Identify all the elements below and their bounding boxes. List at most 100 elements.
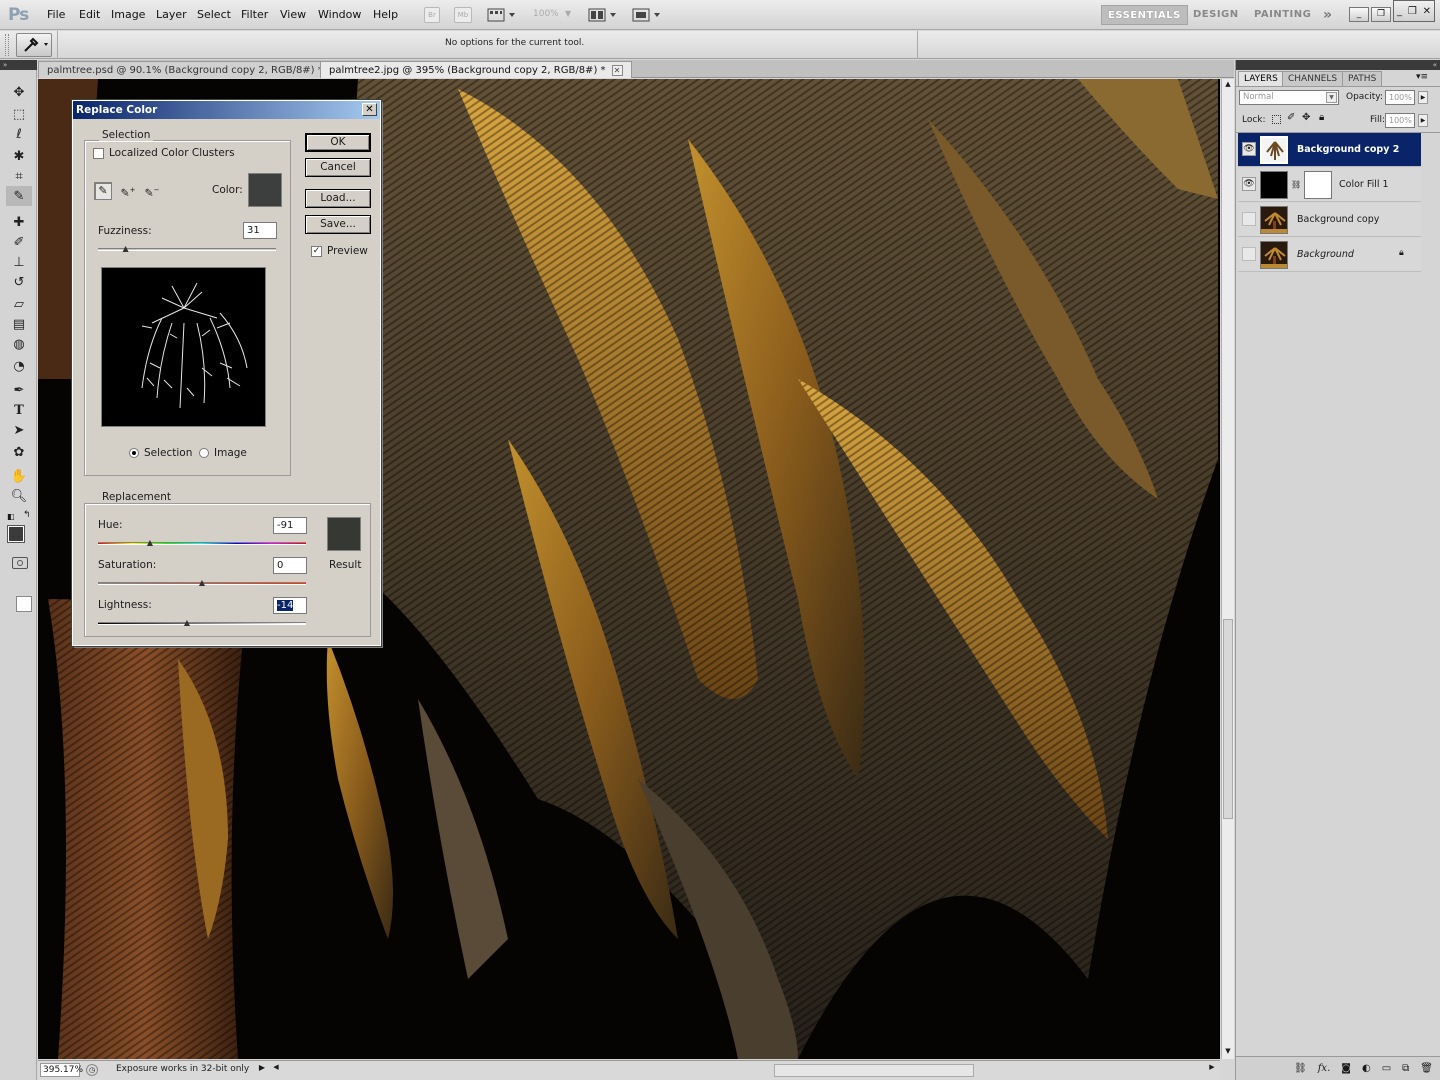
panel-menu-icon[interactable]: ▾≡ [1416, 72, 1428, 82]
tab-layers[interactable]: LAYERS [1238, 71, 1284, 86]
menu-filter[interactable]: Filter [241, 8, 268, 21]
saturation-slider-thumb[interactable]: ▲ [198, 579, 206, 587]
visibility-toggle[interactable] [1242, 212, 1256, 226]
scroll-right-icon[interactable]: ▶ [1206, 1063, 1218, 1077]
menu-help[interactable]: Help [373, 8, 398, 21]
fuzziness-slider-thumb[interactable]: ▲ [122, 245, 130, 253]
quick-selection-tool-icon[interactable]: ✱ [6, 146, 32, 166]
scroll-up-icon[interactable]: ▲ [1223, 80, 1233, 90]
shape-tool-icon[interactable]: ✿ [6, 442, 32, 462]
ok-button[interactable]: OK [305, 133, 371, 152]
tab-palmtree2-jpg[interactable]: palmtree2.jpg @ 395% (Background copy 2,… [320, 61, 632, 78]
hue-slider-thumb[interactable]: ▲ [146, 539, 154, 547]
tab-channels[interactable]: CHANNELS [1282, 71, 1344, 86]
options-grip[interactable] [5, 34, 9, 56]
add-mask-icon[interactable]: ◙ [1341, 1063, 1351, 1074]
menu-window[interactable]: Window [318, 8, 361, 21]
scroll-left-icon[interactable]: ◀ [270, 1063, 282, 1077]
opacity-arrow-icon[interactable]: ▶ [1418, 91, 1428, 104]
view-extras-button[interactable] [487, 8, 517, 22]
new-group-icon[interactable]: ▭ [1382, 1063, 1391, 1074]
arrange-documents-button[interactable] [588, 8, 618, 22]
background-color-swatch[interactable] [16, 596, 32, 612]
pen-tool-icon[interactable]: ✒ [6, 380, 32, 400]
lightness-slider[interactable] [98, 622, 306, 625]
fuzziness-field[interactable]: 31 [243, 222, 277, 239]
eraser-tool-icon[interactable]: ▱ [6, 294, 32, 314]
selected-color-swatch[interactable] [248, 173, 282, 207]
lock-all-icon[interactable]: 🔒︎ [1319, 112, 1324, 123]
tab-paths[interactable]: PATHS [1342, 71, 1383, 86]
workspace-more-icon[interactable]: » [1323, 5, 1333, 25]
lock-pixels-icon[interactable]: ✐ [1287, 112, 1295, 123]
preview-checkbox[interactable]: ✓ [311, 246, 322, 257]
new-layer-icon[interactable]: ⧉ [1402, 1063, 1409, 1074]
fill-arrow-icon[interactable]: ▶ [1418, 114, 1428, 127]
cancel-button[interactable]: Cancel [305, 158, 371, 177]
blend-mode-select[interactable]: Normal ▼ [1239, 90, 1339, 105]
default-colors-icon[interactable]: ◧ [7, 512, 15, 521]
adjustment-layer-icon[interactable]: ◐ [1362, 1063, 1371, 1074]
close-icon[interactable]: ✕ [362, 103, 377, 116]
status-info-icon[interactable]: ◷ [86, 1064, 98, 1076]
screen-mode-button[interactable] [632, 8, 662, 22]
delete-layer-icon[interactable]: 🗑︎ [1420, 1063, 1433, 1074]
result-color-swatch[interactable] [327, 517, 361, 551]
panel-collapse-icon[interactable]: « [1236, 60, 1440, 70]
lasso-tool-icon[interactable]: ℓ [6, 124, 32, 144]
tool-preset-picker[interactable] [16, 33, 52, 57]
dodge-tool-icon[interactable]: ◔ [6, 356, 32, 376]
hand-tool-icon[interactable]: ✋ [6, 466, 32, 486]
save-button[interactable]: Save... [305, 215, 371, 234]
zoom-level-menu[interactable]: 100% [533, 9, 559, 19]
menu-edit[interactable]: Edit [79, 8, 100, 21]
saturation-field[interactable]: 0 [273, 557, 307, 574]
app-minimize-icon[interactable]: _ [1397, 6, 1402, 17]
layer-background[interactable]: Background 🔒︎ [1238, 238, 1421, 272]
tab-palmtree-psd[interactable]: palmtree.psd @ 90.1% (Background copy 2,… [38, 61, 349, 78]
close-tab-icon[interactable]: ✕ [611, 65, 623, 76]
lock-transparency-icon[interactable] [1272, 115, 1281, 124]
crop-tool-icon[interactable]: ⌗ [6, 166, 32, 186]
status-menu-icon[interactable]: ▶ [256, 1063, 268, 1077]
type-tool-icon[interactable]: T [6, 400, 32, 420]
selection-radio[interactable] [129, 448, 139, 458]
bridge-button[interactable]: Br [424, 7, 440, 23]
link-layers-icon[interactable]: ⛓︎ [1294, 1063, 1307, 1074]
app-restore-icon[interactable]: ❐ [1408, 6, 1417, 17]
eyedropper-icon[interactable]: ✎ [94, 182, 112, 200]
layer-color-fill-1[interactable]: 👁︎ ⛓︎ Color Fill 1 [1238, 168, 1421, 202]
foreground-color-swatch[interactable] [7, 525, 25, 543]
path-selection-tool-icon[interactable]: ➤ [6, 420, 32, 440]
workspace-design[interactable]: DESIGN [1193, 5, 1239, 25]
minimize-icon[interactable]: _ [1349, 7, 1369, 22]
hue-field[interactable]: -91 [273, 517, 307, 534]
workspace-essentials[interactable]: ESSENTIALS [1101, 5, 1188, 25]
scroll-down-icon[interactable]: ▼ [1223, 1047, 1233, 1057]
quick-mask-icon[interactable] [12, 557, 28, 569]
visibility-toggle[interactable] [1242, 247, 1256, 261]
lightness-field[interactable]: -14 [273, 597, 307, 614]
dialog-title-bar[interactable]: Replace Color ✕ [73, 101, 380, 119]
menu-select[interactable]: Select [197, 8, 231, 21]
eyedropper-minus-icon[interactable]: ✎− [143, 182, 161, 200]
move-tool-icon[interactable]: ✥ [6, 82, 32, 102]
eyedropper-tool-icon[interactable]: ✎ [6, 186, 32, 206]
clone-stamp-tool-icon[interactable]: ⊥ [6, 252, 32, 272]
zoom-tool-icon[interactable]: 🔍︎ [6, 486, 32, 506]
visibility-eye-icon[interactable]: 👁︎ [1242, 142, 1256, 156]
toolbox-collapse-icon[interactable]: » [0, 60, 37, 70]
zoom-field[interactable]: 395.17% [40, 1063, 83, 1077]
visibility-eye-icon[interactable]: 👁︎ [1242, 177, 1256, 191]
menu-view[interactable]: View [280, 8, 306, 21]
marquee-tool-icon[interactable]: ⬚ [6, 104, 32, 124]
image-radio[interactable] [199, 448, 209, 458]
horizontal-scrollbar-thumb[interactable] [774, 1064, 974, 1077]
opacity-field[interactable]: 100% [1385, 90, 1415, 105]
lightness-slider-thumb[interactable]: ▲ [183, 619, 191, 627]
layer-style-icon[interactable]: fx. [1318, 1063, 1331, 1074]
minibridge-button[interactable]: Mb [454, 7, 472, 23]
lock-position-icon[interactable]: ✥ [1302, 112, 1310, 123]
fill-field[interactable]: 100% [1385, 113, 1415, 128]
workspace-painting[interactable]: PAINTING [1254, 5, 1311, 25]
